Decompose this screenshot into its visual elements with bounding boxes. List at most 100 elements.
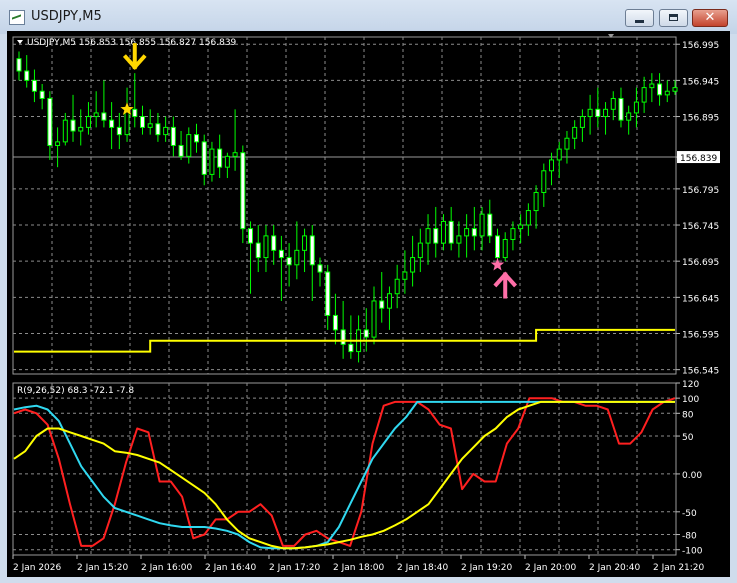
candle-bull bbox=[579, 116, 585, 128]
time-tick-label: 2 Jan 17:20 bbox=[269, 563, 321, 573]
candle-bear bbox=[286, 257, 292, 266]
price-tick-label: 156.895 bbox=[682, 114, 719, 124]
candle-bull bbox=[464, 228, 470, 237]
oscillator-series-line bbox=[13, 397, 676, 547]
price-panel[interactable]: 156.995 156.945 156.895 156.839 156.795 156.7… bbox=[12, 34, 720, 377]
candle-bear bbox=[101, 112, 107, 121]
candle-bear bbox=[109, 119, 115, 128]
candle-bear bbox=[170, 126, 176, 146]
candle-bull bbox=[425, 228, 431, 244]
osc-tick-label: 50 bbox=[682, 433, 694, 443]
oscillator-panel[interactable]: 120 100 80 50 0.00 -50 -80 -100 R(9,26,52) 68.3 … bbox=[12, 380, 703, 557]
price-tick-label: 156.995 bbox=[682, 41, 719, 51]
candle-bear bbox=[217, 148, 223, 168]
candle-bull bbox=[533, 191, 539, 212]
candle-bear bbox=[325, 271, 331, 316]
time-tick-label: 2 Jan 21:20 bbox=[653, 563, 705, 573]
candle-bull bbox=[649, 83, 655, 89]
candle-bull bbox=[633, 101, 639, 114]
candle-bull bbox=[263, 235, 269, 259]
chart-frame: 156.995 156.945 156.895 156.839 156.795 156.7… bbox=[7, 31, 730, 577]
candle-bull bbox=[556, 148, 562, 161]
maximize-icon bbox=[669, 14, 678, 21]
candle-bull bbox=[456, 235, 462, 244]
candle-bear bbox=[487, 213, 493, 237]
price-tick-label: 156.595 bbox=[682, 331, 719, 341]
close-button[interactable]: ✕ bbox=[692, 9, 728, 27]
price-tick-label: 156.645 bbox=[682, 294, 719, 304]
candle-bear bbox=[309, 235, 315, 266]
candle-bull bbox=[549, 159, 555, 172]
candle-bear bbox=[31, 79, 37, 92]
price-panel-border bbox=[12, 36, 677, 375]
candle-bear bbox=[194, 134, 200, 143]
candle-bull bbox=[302, 235, 308, 251]
candle-bull bbox=[572, 126, 578, 139]
candle-bear bbox=[379, 300, 385, 309]
chart-window-icon bbox=[9, 10, 25, 25]
osc-tick-label: -80 bbox=[682, 532, 697, 542]
sell-arrow-down-icon bbox=[122, 43, 147, 70]
candle-bull bbox=[479, 213, 485, 237]
candle-bear bbox=[363, 329, 369, 338]
candle-bull bbox=[541, 170, 547, 193]
candle-bear bbox=[201, 141, 207, 175]
osc-tick-label: 120 bbox=[682, 380, 699, 390]
candle-bear bbox=[433, 228, 439, 244]
candle-bear bbox=[132, 108, 138, 118]
window-title: USDJPY,M5 bbox=[31, 9, 102, 24]
candle-bear bbox=[595, 108, 601, 118]
candle-bull bbox=[410, 257, 416, 273]
candle-bull bbox=[224, 155, 230, 168]
candle-bull bbox=[510, 228, 516, 240]
candle-bear bbox=[448, 220, 454, 244]
signal-star-icon bbox=[490, 257, 505, 271]
candle-bull bbox=[147, 123, 153, 128]
candle-bear bbox=[255, 242, 261, 259]
candle-bull bbox=[371, 300, 377, 338]
time-axis: 2 Jan 2026 2 Jan 15:20 2 Jan 16:00 2 Jan 16… bbox=[12, 555, 705, 573]
terminal-window: USDJPY,M5 ✕ 156.995 156.945 156.895 156.839… bbox=[0, 0, 737, 583]
candle-bull bbox=[402, 271, 408, 280]
candle-bull bbox=[62, 119, 68, 143]
candle-bull bbox=[417, 242, 423, 259]
candle-bull bbox=[232, 152, 238, 157]
close-icon: ✕ bbox=[704, 10, 716, 25]
candle-bull bbox=[587, 108, 593, 118]
candle-bull bbox=[672, 87, 678, 92]
buy-arrow-up-icon bbox=[493, 271, 518, 299]
candle-bull bbox=[294, 249, 300, 266]
osc-tick-label: 0.00 bbox=[682, 471, 702, 481]
current-price-label: 156.839 bbox=[680, 154, 717, 164]
oscillator-panel-border bbox=[12, 382, 677, 556]
candle-bear bbox=[139, 116, 145, 128]
candle-bear bbox=[340, 329, 346, 345]
time-tick-label: 2 Jan 16:40 bbox=[205, 563, 257, 573]
candle-bull bbox=[386, 293, 392, 309]
candle-bear bbox=[471, 228, 477, 237]
candle-bear bbox=[494, 235, 500, 259]
candle-bull bbox=[502, 238, 508, 259]
candle-bear bbox=[248, 228, 254, 244]
time-tick-label: 2 Jan 2026 bbox=[13, 563, 61, 573]
menu-triangle-icon bbox=[17, 40, 23, 44]
candle-bull bbox=[209, 148, 215, 175]
minimize-button[interactable] bbox=[625, 9, 654, 27]
candle-bull bbox=[525, 210, 531, 226]
title-bar[interactable]: USDJPY,M5 ✕ bbox=[0, 0, 737, 34]
candle-bear bbox=[116, 126, 122, 136]
candle-bull bbox=[518, 224, 524, 230]
candle-bull bbox=[394, 278, 400, 295]
oscillator-header: R(9,26,52) 68.3 -72.1 -7.8 bbox=[17, 386, 134, 396]
candle-bear bbox=[178, 144, 184, 157]
time-tick-label: 2 Jan 20:40 bbox=[589, 563, 641, 573]
time-tick-label: 2 Jan 16:00 bbox=[141, 563, 193, 573]
osc-tick-label: 80 bbox=[682, 410, 694, 420]
chart-canvas[interactable]: 156.995 156.945 156.895 156.839 156.795 156.7… bbox=[7, 31, 730, 577]
candle-bull bbox=[664, 90, 670, 96]
candle-bull bbox=[85, 116, 91, 128]
candle-bull bbox=[78, 126, 84, 132]
price-tick-label: 156.745 bbox=[682, 222, 719, 232]
maximize-button[interactable] bbox=[659, 9, 688, 27]
time-tick-label: 2 Jan 18:00 bbox=[333, 563, 385, 573]
